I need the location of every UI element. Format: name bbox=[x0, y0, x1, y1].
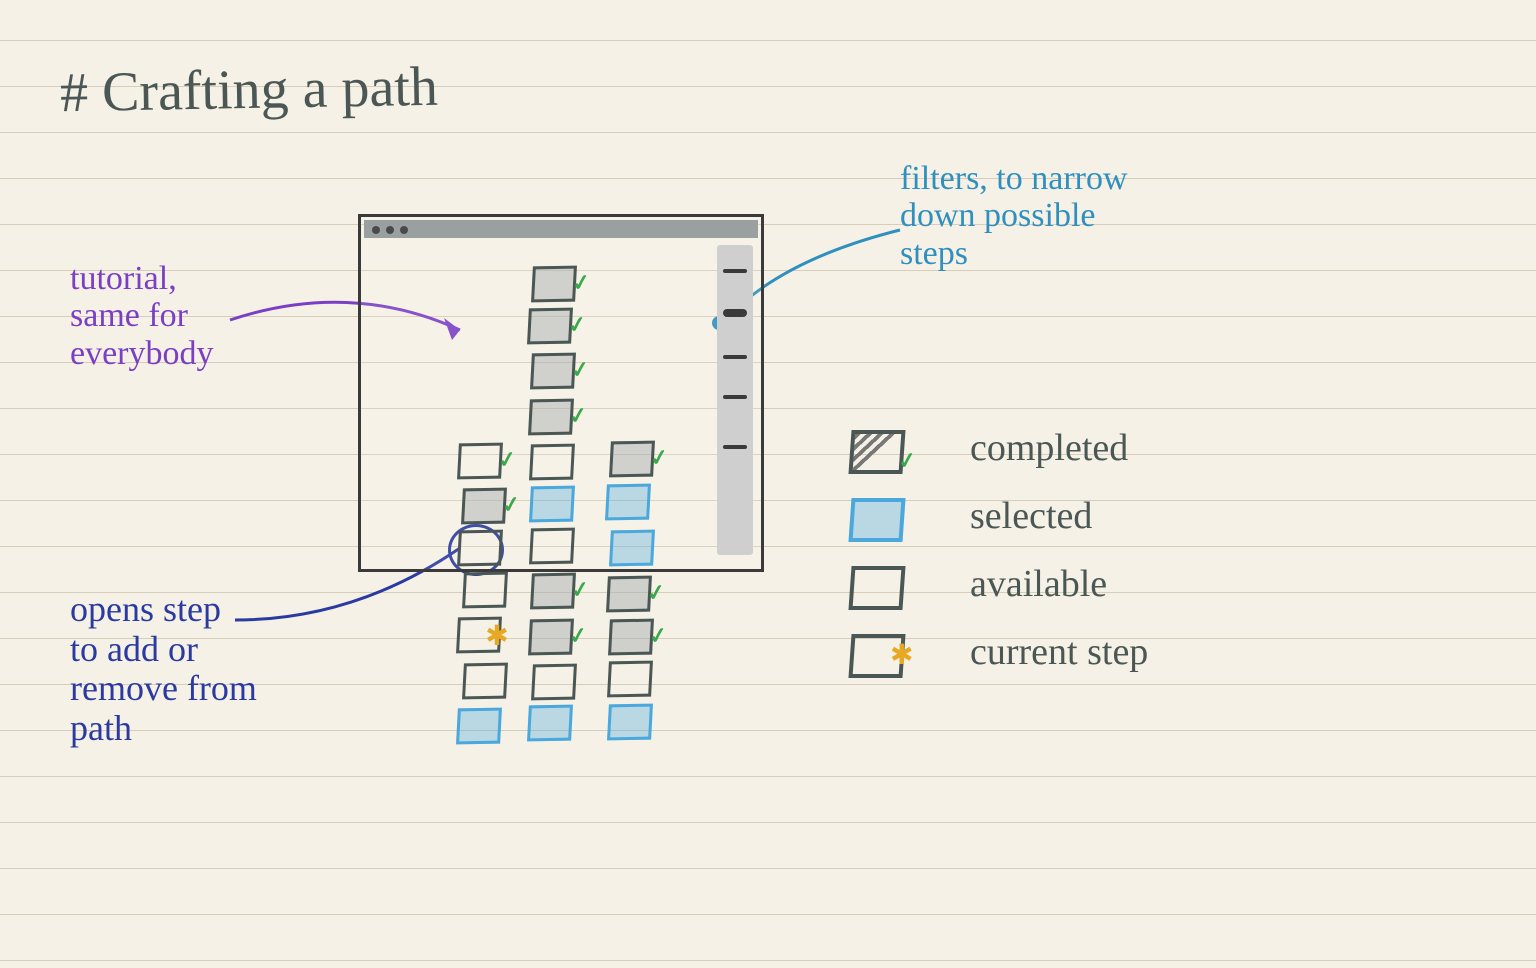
legend-selected-label: selected bbox=[970, 496, 1092, 538]
rule-line bbox=[0, 316, 1536, 317]
step-box[interactable] bbox=[605, 484, 651, 521]
rule-line bbox=[0, 546, 1536, 547]
rule-line bbox=[0, 408, 1536, 409]
legend-current-label: current step bbox=[970, 632, 1148, 674]
annotation-opens: opens step to add or remove from path bbox=[70, 590, 257, 748]
rule-line bbox=[0, 270, 1536, 271]
rule-line bbox=[0, 224, 1536, 225]
window-dot-icon bbox=[400, 226, 408, 234]
rule-line bbox=[0, 960, 1536, 961]
rule-line bbox=[0, 822, 1536, 823]
step-box[interactable] bbox=[456, 708, 502, 745]
check-icon: ✓ bbox=[649, 444, 671, 472]
legend-available-icon bbox=[848, 566, 905, 610]
rule-line bbox=[0, 868, 1536, 869]
filter-item[interactable] bbox=[723, 395, 747, 399]
check-icon: ✓ bbox=[567, 402, 589, 430]
step-box[interactable] bbox=[607, 704, 653, 741]
rule-line bbox=[0, 362, 1536, 363]
window-dot-icon bbox=[372, 226, 380, 234]
check-icon: ✓ bbox=[647, 622, 669, 650]
rule-line bbox=[0, 40, 1536, 41]
annotation-tutorial: tutorial, same for everybody bbox=[70, 260, 214, 372]
rule-line bbox=[0, 178, 1536, 179]
legend-available-label: available bbox=[970, 564, 1107, 606]
check-icon: ✓ bbox=[570, 356, 592, 384]
check-icon: ✓ bbox=[567, 622, 589, 650]
legend-completed-label: completed bbox=[970, 428, 1128, 470]
star-icon: ✱ bbox=[890, 638, 913, 672]
check-icon: ✓ bbox=[500, 491, 522, 519]
rule-line bbox=[0, 132, 1536, 133]
filter-item[interactable] bbox=[723, 309, 747, 317]
window-dot-icon bbox=[386, 226, 394, 234]
star-icon: ✱ bbox=[485, 619, 508, 653]
filter-item[interactable] bbox=[723, 269, 747, 273]
step-box[interactable] bbox=[609, 529, 655, 566]
step-box[interactable] bbox=[529, 443, 575, 480]
filter-item[interactable] bbox=[723, 355, 747, 359]
step-box[interactable] bbox=[607, 661, 653, 698]
step-box[interactable] bbox=[462, 572, 508, 609]
step-box[interactable] bbox=[529, 528, 575, 565]
check-icon: ✓ bbox=[569, 576, 591, 604]
step-box[interactable] bbox=[462, 663, 508, 700]
page-title: # Crafting a path bbox=[59, 57, 438, 125]
filter-sidebar[interactable] bbox=[717, 245, 753, 555]
check-icon: ✓ bbox=[570, 269, 592, 297]
step-box[interactable] bbox=[457, 530, 503, 567]
step-box[interactable] bbox=[529, 485, 575, 522]
check-icon: ✓ bbox=[896, 447, 918, 475]
annotation-filters: filters, to narrow down possible steps bbox=[900, 160, 1128, 272]
rule-line bbox=[0, 776, 1536, 777]
legend-selected-icon bbox=[848, 498, 905, 542]
check-icon: ✓ bbox=[567, 311, 589, 339]
rule-line bbox=[0, 454, 1536, 455]
filter-item[interactable] bbox=[723, 445, 747, 449]
rule-line bbox=[0, 500, 1536, 501]
window-titlebar bbox=[364, 220, 758, 238]
check-icon: ✓ bbox=[645, 579, 667, 607]
rule-line bbox=[0, 914, 1536, 915]
step-box[interactable] bbox=[531, 663, 577, 700]
step-box[interactable] bbox=[527, 705, 573, 742]
